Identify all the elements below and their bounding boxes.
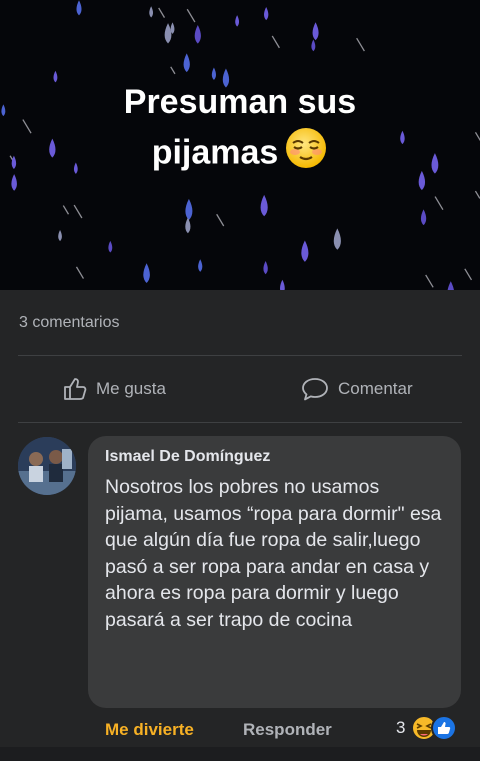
thumbs-up-icon [64,378,87,400]
like-icon [431,715,457,741]
like-button[interactable]: Me gusta [62,376,166,402]
reply-label: Responder [243,720,332,739]
raindrop [263,6,269,21]
reaction-button[interactable]: Me divierte [105,720,194,740]
divider [18,422,462,423]
like-label: Me gusta [96,379,166,398]
rain-streak [474,190,480,199]
rain-streak [356,37,365,52]
post-banner: Presuman sus pijamas [0,0,480,290]
reaction-icons[interactable] [410,714,466,747]
reply-button[interactable]: Responder [243,720,332,740]
raindrop [183,53,190,73]
rain-streak [75,266,85,279]
rain-streak [425,274,434,288]
raindrop [235,15,240,27]
post-card: 3 comentarios Me gusta Comentar Ismael D… [0,290,480,761]
raindrop [333,228,341,250]
raindrop [198,259,203,272]
post-text-line: Presuman sus [123,83,357,121]
raindrop [312,22,319,41]
raindrop [311,39,316,52]
rain-streak [186,8,196,23]
comment-author[interactable]: Ismael De Domínguez [105,448,270,466]
comment-bubble-icon [302,378,328,401]
rain-streak [62,205,70,215]
reaction-count[interactable]: 3 [396,718,405,738]
raindrop [149,6,154,18]
post-text-line: pijamas [0,126,480,183]
raindrop [194,24,201,44]
raindrop [263,261,268,275]
rain-streak [434,196,444,211]
raindrop [164,23,172,44]
raindrop [58,230,62,242]
raindrop [185,217,191,234]
reaction-label: Me divierte [105,720,194,739]
relieved-face-icon [284,126,328,183]
divider [18,355,462,356]
rain-streak [73,204,83,219]
comment-count[interactable]: 3 comentarios [19,314,120,332]
raindrop [108,240,113,253]
bottom-bar [0,747,480,761]
rain-streak [271,35,280,49]
raindrop [143,263,150,283]
comment-label: Comentar [338,379,413,398]
comment-bubble: Ismael De Domínguez Nosotros los pobres … [88,436,461,708]
rain-streak [170,66,176,75]
comment-text: Nosotros los pobres no usamos pijama, us… [105,476,442,631]
comment-button[interactable]: Comentar [300,376,413,402]
post-text: Presuman sus pijamas [0,78,480,183]
raindrop [260,194,268,217]
raindrop [420,209,427,226]
raindrop [447,281,454,290]
raindrop [280,279,285,290]
rain-streak [464,268,473,281]
avatar[interactable] [18,437,76,495]
rain-streak [216,213,225,227]
raindrop [301,240,309,262]
raindrop [185,198,193,221]
raindrop [76,0,82,16]
rain-streak [158,7,166,18]
